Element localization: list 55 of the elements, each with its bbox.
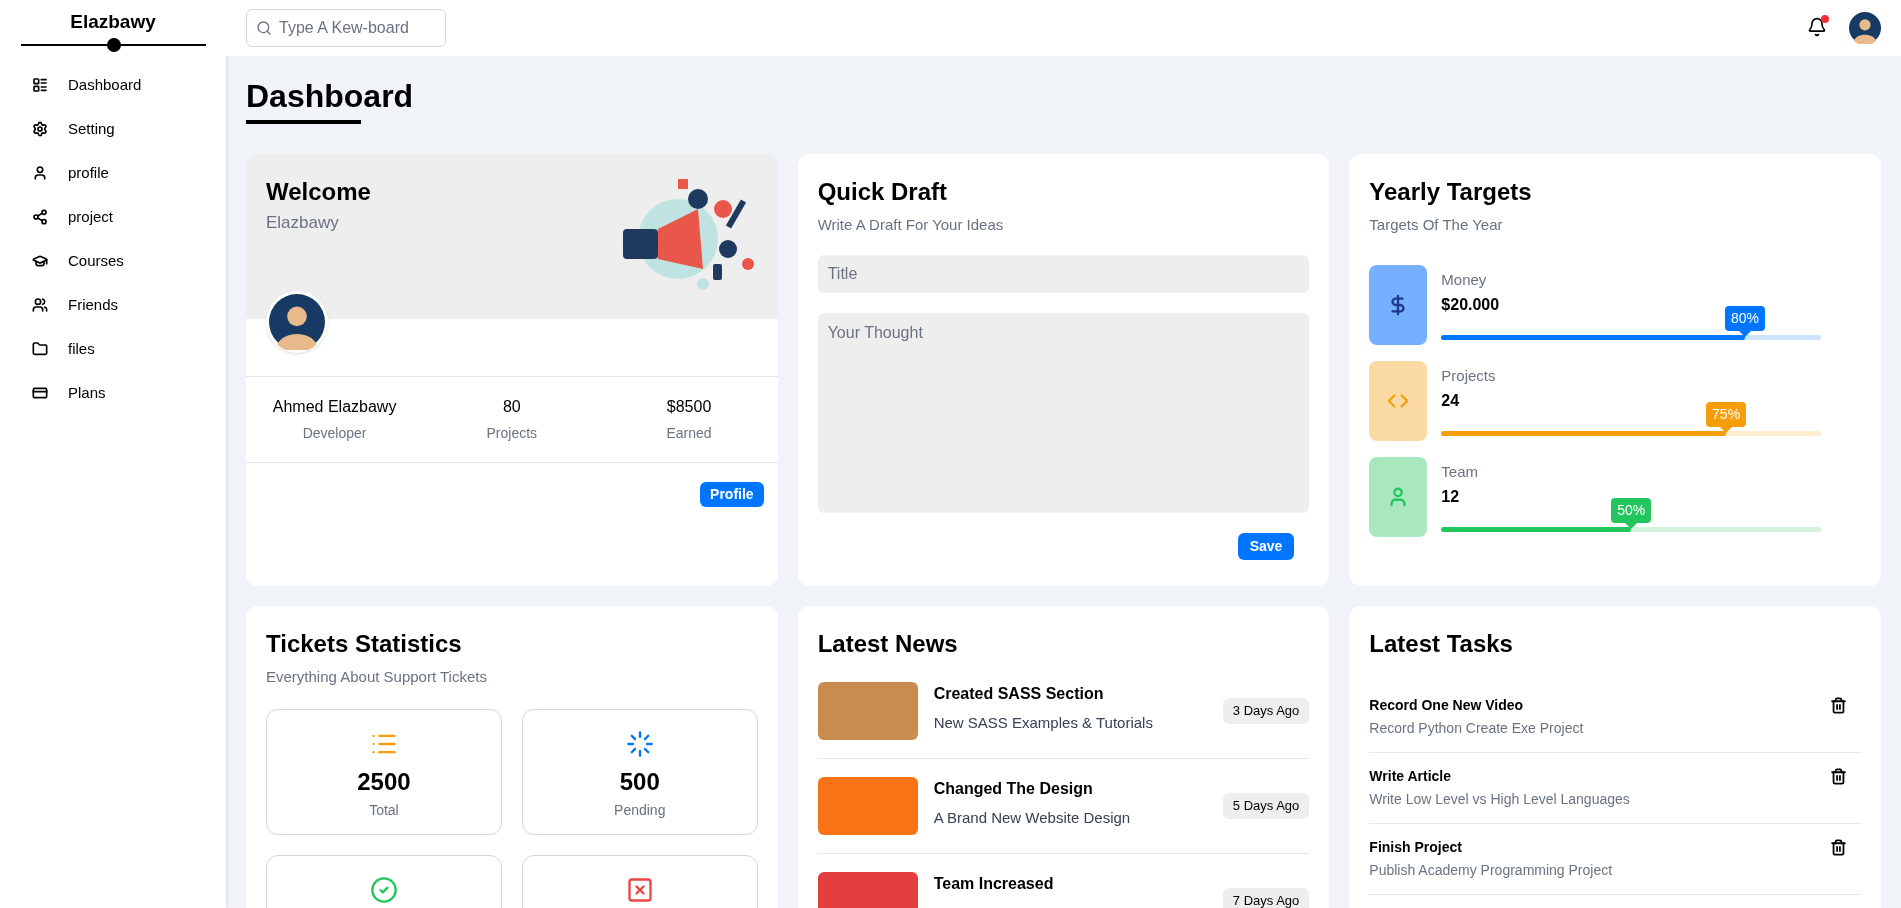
task-description: Publish Academy Programming Project [1369,861,1613,880]
card-title: Quick Draft [817,177,949,207]
task-description: Write Low Level vs High Level Languages [1369,790,1630,809]
sidebar-item[interactable]: Courses [32,249,194,273]
thought-textarea[interactable]: Your Thought [817,312,1310,513]
stat-value: $8500 [666,397,712,417]
card-title: Latest News [817,629,959,659]
card-subtitle: Everything About Support Tickets [266,667,488,687]
news-title: Changed The Design [933,779,1094,799]
news-title: Team Increased [933,874,1055,894]
news-date: 3 Days Ago [1222,698,1310,724]
sidebar-item[interactable]: files [32,337,194,361]
save-button[interactable]: Save [1237,532,1295,560]
news-text: New SASS Examples & Tutorials [933,713,1154,733]
news-date: 5 Days Ago [1222,793,1310,819]
card-title: Yearly Targets [1369,177,1533,207]
sidebar-item[interactable]: Dashboard [32,73,194,97]
card-subtitle: Targets Of The Year [1369,215,1504,235]
title-input[interactable]: Title [817,254,1310,293]
card-title: Tickets Statistics [266,629,463,659]
brand-logo-text: Elazbawy [70,10,156,34]
sidebar-item[interactable]: profile [32,161,194,185]
sidebar-item[interactable]: Plans [32,381,194,405]
stat-label: Earned [666,424,712,443]
card-title: Welcome [266,177,371,207]
task-title: Write Article [1369,767,1453,786]
card-title: Latest Tasks [1369,629,1514,659]
target-label: Money [1441,269,1488,290]
card-subtitle: Elazbawy [266,212,340,234]
card-subtitle: Write A Draft For Your Ideas [817,215,1005,235]
ticket-count: 2500 [357,766,411,797]
task-title: Record One New Video [1369,696,1525,715]
task-title: Finish Project [1369,838,1463,857]
stat-value: 80 [502,397,521,417]
news-text: A Brand New Website Design [933,808,1132,828]
search-field[interactable]: Type A Kew-board [246,9,446,47]
target-label: Team [1441,461,1479,482]
ticket-count: 500 [619,766,660,797]
progress-tooltip: 75% [1706,402,1747,434]
ticket-label: Total [369,800,399,820]
ticket-label: Pending [614,800,666,820]
stat-label: Projects [486,424,538,443]
task-description: Record Python Create Exe Project [1369,719,1584,738]
target-label: Projects [1441,365,1497,386]
sidebar-item[interactable]: Friends [32,293,194,317]
sidebar-item[interactable]: Setting [32,117,194,141]
stat-value: Ahmed Elazbawy [272,397,397,417]
profile-button[interactable]: Profile [700,482,764,507]
news-title: Created SASS Section [933,684,1105,704]
sidebar-item[interactable]: project [32,205,194,229]
page-title: Dashboard [246,77,415,116]
stat-label: Developer [302,424,367,443]
progress-tooltip: 80% [1725,306,1766,338]
news-date: 7 Days Ago [1222,888,1310,908]
progress-tooltip: 50% [1611,498,1652,530]
